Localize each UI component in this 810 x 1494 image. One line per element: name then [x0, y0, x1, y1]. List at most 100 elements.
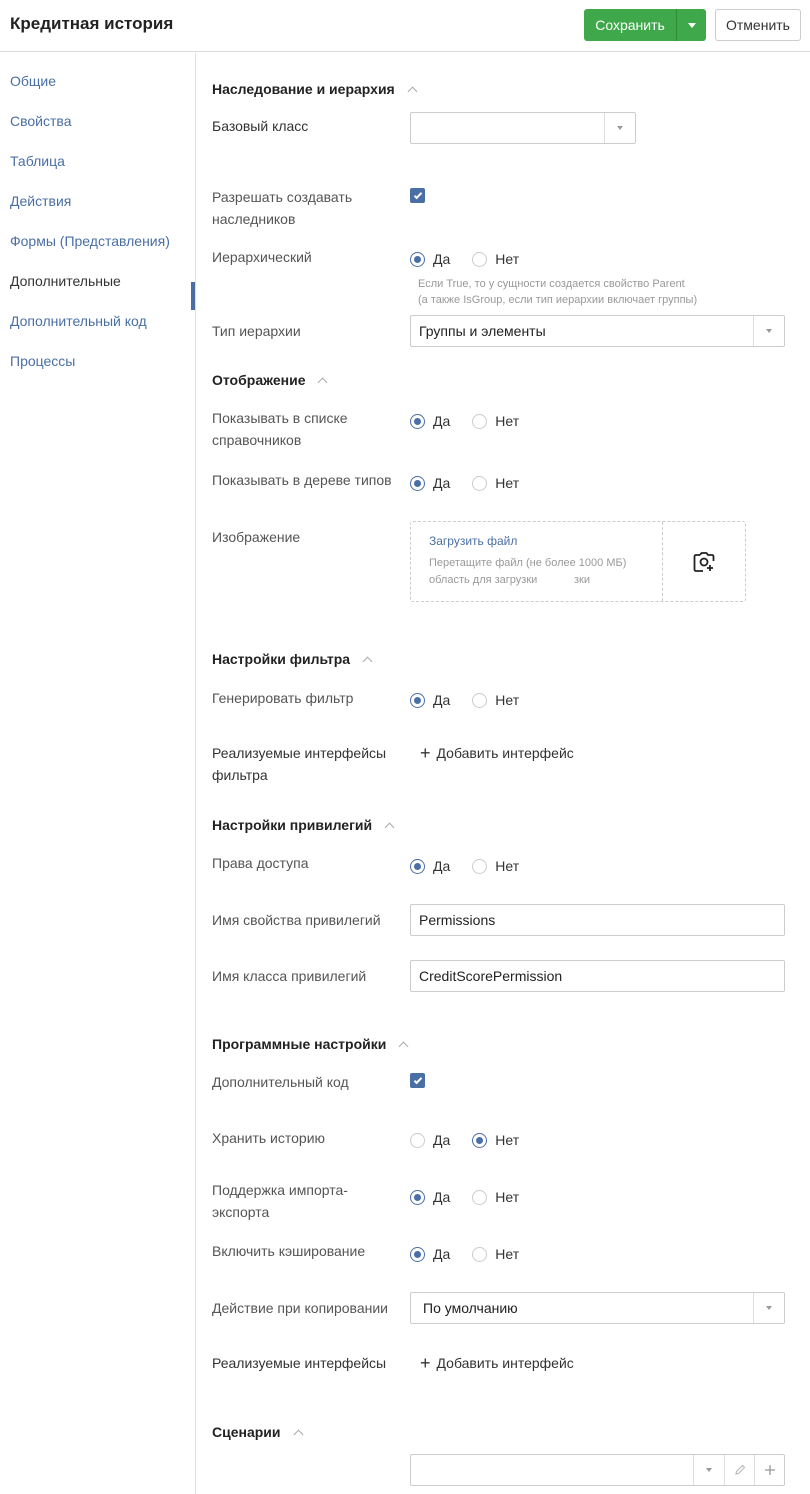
caching-yes-radio[interactable]: [410, 1246, 425, 1262]
show-in-tree-yes-radio[interactable]: [410, 475, 425, 491]
show-in-list-radio-group: Да Нет: [410, 413, 541, 429]
import-export-no-radio[interactable]: [472, 1189, 488, 1205]
plus-icon: +: [420, 743, 431, 763]
radio-label-no[interactable]: Нет: [495, 413, 519, 429]
add-interface-label[interactable]: Добавить интерфейс: [437, 745, 574, 761]
privilege-prop-input[interactable]: Permissions: [410, 904, 785, 936]
radio-label-no[interactable]: Нет: [495, 1189, 519, 1205]
access-rights-no-radio[interactable]: [472, 858, 488, 874]
save-button-label[interactable]: Сохранить: [584, 17, 676, 33]
section-inheritance-header[interactable]: Наследование и иерархия: [212, 81, 418, 97]
extra-code-label: Дополнительный код: [212, 1074, 349, 1090]
hierarchy-type-label: Тип иерархии: [212, 323, 301, 339]
plus-icon: +: [420, 1353, 431, 1373]
check-icon: [413, 1075, 422, 1084]
show-in-list-no-radio[interactable]: [472, 413, 488, 429]
filter-interfaces-label: Реализуемые интерфейсы фильтра: [212, 745, 387, 783]
section-display-header[interactable]: Отображение: [212, 372, 328, 388]
radio-label-yes[interactable]: Да: [433, 858, 450, 874]
generate-filter-no-radio[interactable]: [472, 692, 488, 708]
radio-label-yes[interactable]: Да: [433, 251, 450, 267]
radio-label-no[interactable]: Нет: [495, 858, 519, 874]
radio-label-no[interactable]: Нет: [495, 1132, 519, 1148]
sidebar-item-processes[interactable]: Процессы: [10, 353, 75, 369]
chevron-up-icon[interactable]: [362, 656, 373, 666]
generate-filter-yes-radio[interactable]: [410, 692, 425, 708]
extra-code-checkbox[interactable]: [410, 1073, 425, 1088]
dropdown-toggle[interactable]: [604, 113, 635, 143]
page-header: Кредитная история Сохранить Отменить: [0, 0, 810, 52]
dropdown-toggle[interactable]: [753, 316, 784, 346]
save-dropdown-toggle[interactable]: [677, 22, 706, 28]
cancel-button[interactable]: Отменить: [715, 9, 801, 41]
history-no-radio[interactable]: [472, 1132, 488, 1148]
chevron-down-icon: [706, 1468, 712, 1472]
show-in-list-label: Показывать в списке справочников: [212, 410, 348, 448]
radio-label-yes[interactable]: Да: [433, 475, 450, 491]
chevron-up-icon[interactable]: [293, 1429, 303, 1439]
hierarchical-radio-group: Да Нет: [410, 251, 541, 267]
copy-action-select[interactable]: По умолчанию: [410, 1292, 785, 1324]
select-value: По умолчанию: [423, 1300, 518, 1316]
sidebar-item-additional[interactable]: Дополнительные: [10, 273, 121, 289]
radio-label-yes[interactable]: Да: [433, 692, 450, 708]
check-icon: [413, 190, 422, 199]
image-upload-dropzone[interactable]: Загрузить файл Перетащите файл (не более…: [410, 521, 746, 602]
sidebar-item-additional-code[interactable]: Дополнительный код: [10, 313, 147, 329]
chevron-up-icon[interactable]: [398, 1041, 409, 1051]
privilege-class-input[interactable]: CreditScorePermission: [410, 960, 785, 992]
section-filter-header[interactable]: Настройки фильтра: [212, 651, 373, 667]
caching-no-radio[interactable]: [472, 1246, 488, 1262]
show-in-tree-label: Показывать в дереве типов: [212, 472, 392, 488]
radio-label-no[interactable]: Нет: [495, 475, 519, 491]
camera-icon[interactable]: [692, 550, 716, 577]
chevron-up-icon[interactable]: [318, 377, 328, 387]
chevron-down-icon: [687, 22, 696, 28]
hierarchical-hint: Если True, то у сущности создается свойс…: [418, 276, 697, 308]
save-button[interactable]: Сохранить: [584, 9, 706, 41]
sidebar-item-forms[interactable]: Формы (Представления): [10, 233, 170, 249]
add-program-interface-button[interactable]: + Добавить интерфейс: [420, 1354, 574, 1372]
add-interface-label[interactable]: Добавить интерфейс: [437, 1355, 574, 1371]
upload-divider: [662, 522, 663, 601]
chevron-up-icon[interactable]: [384, 822, 395, 832]
dropdown-toggle[interactable]: [753, 1293, 784, 1323]
sidebar-item-table[interactable]: Таблица: [10, 153, 65, 169]
access-rights-yes-radio[interactable]: [410, 858, 425, 874]
import-export-yes-radio[interactable]: [410, 1189, 425, 1205]
sidebar-item-general[interactable]: Общие: [10, 73, 56, 89]
show-in-tree-no-radio[interactable]: [472, 475, 488, 491]
add-scenario-button[interactable]: [754, 1455, 784, 1485]
sidebar-active-marker: [191, 282, 195, 310]
section-program-header[interactable]: Программные настройки: [212, 1036, 409, 1052]
upload-desc-line: область для загрузки зки: [429, 574, 590, 586]
section-scenarios-header[interactable]: Сценарии: [212, 1424, 303, 1440]
upload-file-link[interactable]: Загрузить файл: [429, 534, 517, 548]
hierarchy-type-select[interactable]: Группы и элементы: [410, 315, 785, 347]
show-in-list-yes-radio[interactable]: [410, 413, 425, 429]
allow-inherit-checkbox[interactable]: [410, 188, 425, 203]
radio-label-yes[interactable]: Да: [433, 1246, 450, 1262]
radio-label-no[interactable]: Нет: [495, 1246, 519, 1262]
dropdown-toggle[interactable]: [693, 1455, 724, 1485]
scenarios-select[interactable]: [410, 1454, 785, 1486]
page-title: Кредитная история: [10, 14, 174, 33]
history-yes-radio[interactable]: [410, 1132, 425, 1148]
history-radio-group: Да Нет: [410, 1132, 541, 1148]
base-class-select[interactable]: [410, 112, 636, 144]
chevron-up-icon[interactable]: [407, 86, 418, 96]
access-rights-label: Права доступа: [212, 855, 309, 871]
add-filter-interface-button[interactable]: + Добавить интерфейс: [420, 744, 574, 762]
hierarchical-no-radio[interactable]: [472, 251, 488, 267]
radio-label-yes[interactable]: Да: [433, 413, 450, 429]
sidebar-item-properties[interactable]: Свойства: [10, 113, 71, 129]
section-privileges-header[interactable]: Настройки привилегий: [212, 817, 395, 833]
hierarchical-yes-radio[interactable]: [410, 251, 425, 267]
image-label: Изображение: [212, 529, 301, 545]
edit-scenario-button[interactable]: [724, 1455, 754, 1485]
radio-label-no[interactable]: Нет: [495, 692, 519, 708]
radio-label-no[interactable]: Нет: [495, 251, 519, 267]
radio-label-yes[interactable]: Да: [433, 1132, 450, 1148]
sidebar-item-actions[interactable]: Действия: [10, 193, 71, 209]
radio-label-yes[interactable]: Да: [433, 1189, 450, 1205]
